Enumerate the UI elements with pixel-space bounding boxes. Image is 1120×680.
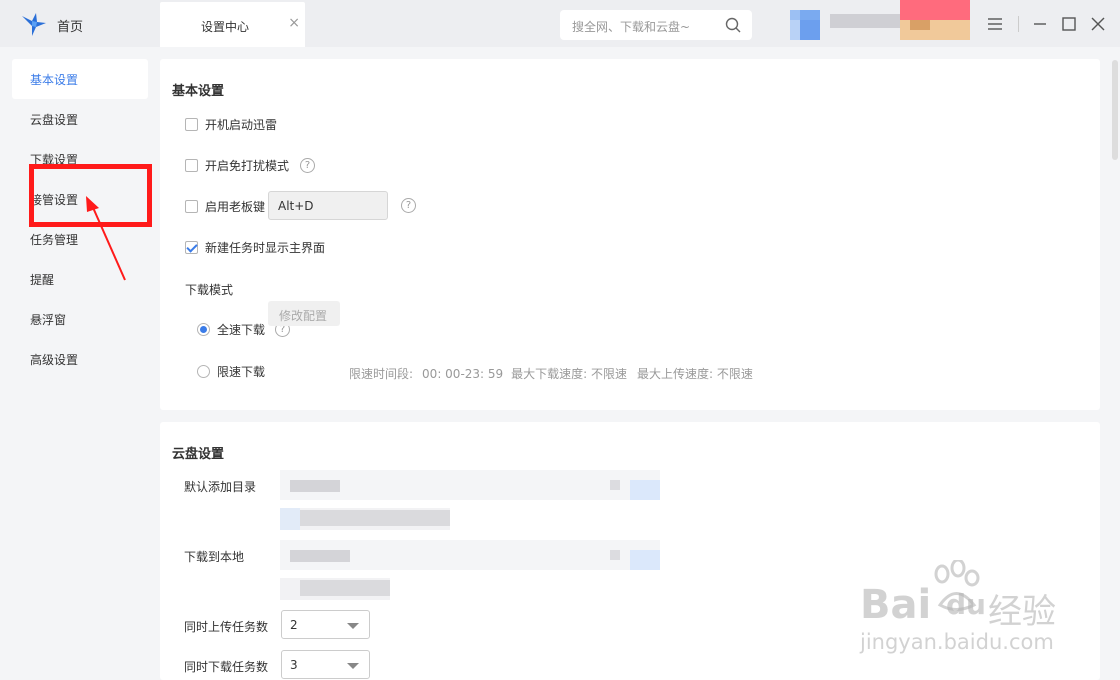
bosskey-checkbox[interactable] [185, 200, 198, 213]
limit-time-label: 限速时间段: [349, 367, 414, 381]
user-account-blurred[interactable] [790, 0, 980, 44]
nodisturb-checkbox[interactable] [185, 159, 198, 172]
sidebar-item-label: 提醒 [30, 273, 55, 287]
showmain-label: 新建任务时显示主界面 [205, 241, 326, 255]
default-dir-sub-blurred [280, 508, 450, 530]
upload-tasks-label: 同时上传任务数 [184, 620, 269, 634]
download-tasks-value: 3 [290, 658, 298, 672]
upload-tasks-select[interactable]: 2 [281, 610, 370, 639]
download-local-sub-blurred [280, 578, 390, 600]
limit-info: 限速时间段: 00: 00-23: 59 最大下载速度: 不限速 最大上传速度:… [349, 365, 753, 382]
download-local-path-blurred[interactable] [280, 540, 660, 570]
limit-time-value: 00: 00-23: 59 [422, 366, 504, 381]
fullspeed-radio[interactable] [197, 323, 210, 336]
baidu-jingyan-watermark: Bai du 经验 jingyan.baidu.com [858, 560, 1068, 660]
showmain-checkbox[interactable] [185, 241, 198, 254]
search-input[interactable]: 搜全网、下载和云盘~ [572, 18, 690, 35]
chevron-down-icon [347, 663, 359, 669]
modify-config-button[interactable]: 修改配置 [268, 301, 340, 326]
watermark-url: jingyan.baidu.com [860, 630, 1054, 654]
max-download-speed: 最大下载速度: 不限速 [511, 367, 628, 381]
download-mode-title: 下载模式 [185, 283, 234, 297]
help-icon[interactable]: ? [300, 158, 316, 173]
section-title: 云盘设置 [172, 447, 225, 462]
sidebar-item-advanced[interactable]: 高级设置 [12, 339, 148, 379]
autostart-checkbox[interactable] [185, 118, 198, 131]
modify-config-label: 修改配置 [279, 309, 328, 323]
default-dir-label: 默认添加目录 [184, 480, 257, 494]
sidebar-item-label: 高级设置 [30, 353, 79, 367]
bosskey-option[interactable]: 启用老板键 [185, 198, 265, 215]
close-icon[interactable]: × [288, 15, 300, 31]
bosskey-help[interactable]: ? [401, 198, 416, 213]
autostart-label: 开机启动迅雷 [205, 118, 278, 132]
title-bar: 首页 设置中心 × 搜全网、下载和云盘~ [0, 0, 1120, 47]
tab-settings-center[interactable]: 设置中心 × [160, 2, 305, 47]
max-upload-speed: 最大上传速度: 不限速 [637, 367, 753, 381]
sidebar-item-cloud[interactable]: 云盘设置 [12, 99, 148, 139]
sidebar-item-label: 基本设置 [30, 73, 79, 87]
home-label: 首页 [57, 20, 84, 35]
scrollbar[interactable] [1112, 60, 1118, 160]
bosskey-input[interactable]: Alt+D [268, 191, 388, 220]
tab-label: 设置中心 [201, 20, 250, 34]
sidebar-item-label: 云盘设置 [30, 113, 79, 127]
minimize-icon[interactable] [1030, 14, 1050, 34]
watermark-cn: 经验 [988, 592, 1056, 632]
home-tab[interactable]: 首页 [0, 0, 160, 47]
sidebar-item-basic[interactable]: 基本设置 [12, 59, 148, 99]
limitspeed-radio[interactable] [197, 365, 210, 378]
xunlei-bird-icon [22, 13, 46, 36]
upload-tasks-value: 2 [290, 618, 298, 632]
close-window-icon[interactable] [1088, 14, 1108, 34]
download-local-label: 下载到本地 [184, 550, 245, 564]
sidebar-item-label: 任务管理 [30, 233, 79, 247]
nodisturb-option[interactable]: 开启免打扰模式 ? [185, 157, 316, 174]
sidebar-item-reminder[interactable]: 提醒 [12, 259, 148, 299]
download-tasks-select[interactable]: 3 [281, 650, 370, 679]
sidebar-item-floating[interactable]: 悬浮窗 [12, 299, 148, 339]
watermark-brand-du: du [946, 588, 986, 621]
section-title: 基本设置 [172, 84, 225, 99]
sidebar-item-label: 悬浮窗 [30, 313, 67, 327]
search-icon[interactable] [724, 16, 742, 34]
download-tasks-label: 同时下载任务数 [184, 660, 269, 674]
nodisturb-label: 开启免打扰模式 [205, 159, 290, 173]
bosskey-label: 启用老板键 [205, 200, 266, 214]
default-dir-path-blurred[interactable] [280, 470, 660, 500]
search-box[interactable]: 搜全网、下载和云盘~ [560, 10, 752, 40]
maximize-icon[interactable] [1059, 14, 1079, 34]
fullspeed-label: 全速下载 [217, 323, 266, 337]
limitspeed-label: 限速下载 [217, 365, 266, 379]
showmain-option[interactable]: 新建任务时显示主界面 [185, 239, 325, 256]
help-icon[interactable]: ? [401, 198, 416, 213]
chevron-down-icon [347, 623, 359, 629]
watermark-brand: Bai [860, 582, 932, 628]
menu-icon[interactable] [985, 14, 1005, 34]
autostart-option[interactable]: 开机启动迅雷 [185, 116, 277, 133]
bosskey-value: Alt+D [278, 199, 314, 213]
annotation-highlight-box [29, 164, 152, 227]
divider [1018, 16, 1019, 32]
limitspeed-option[interactable]: 限速下载 [197, 363, 265, 380]
basic-settings-panel: 基本设置 开机启动迅雷 开启免打扰模式 ? 启用老板键 Alt+D ? 新建任务… [160, 59, 1100, 410]
